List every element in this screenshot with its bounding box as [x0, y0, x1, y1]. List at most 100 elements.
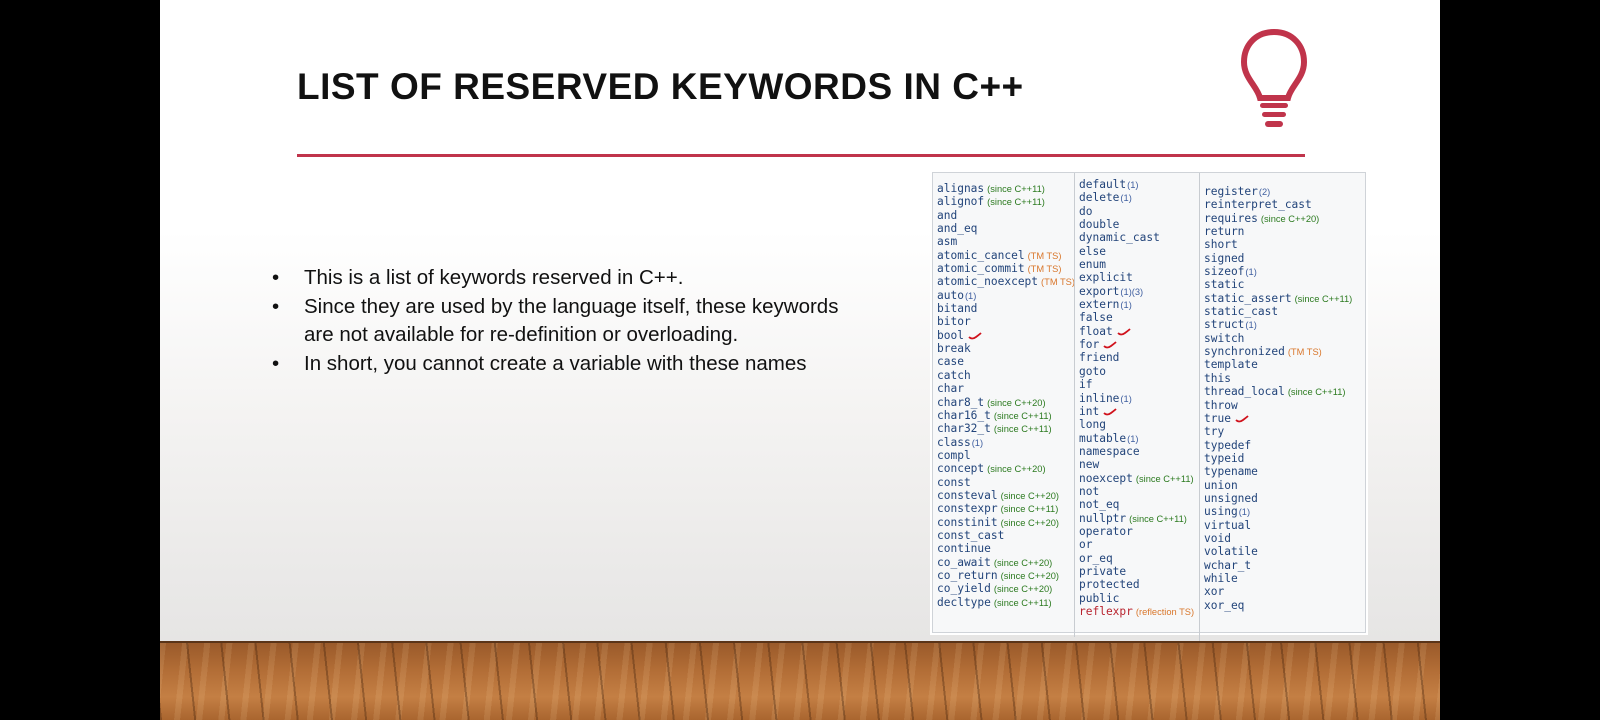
- keyword-name: break: [937, 342, 971, 356]
- keyword-name: while: [1204, 571, 1238, 585]
- keyword-name: friend: [1079, 351, 1120, 365]
- keyword-name: co_yield: [937, 582, 991, 596]
- keyword-row: sizeof(1): [1200, 265, 1366, 278]
- keyword-name: mutable: [1079, 431, 1127, 445]
- keyword-row: auto(1): [933, 289, 1074, 302]
- keyword-name: throw: [1204, 398, 1238, 412]
- keyword-name: if: [1079, 378, 1093, 392]
- keyword-name: concept: [937, 462, 985, 476]
- keyword-name: extern: [1079, 298, 1120, 312]
- keyword-row: nullptr (since C++11): [1075, 512, 1199, 525]
- keyword-name: default: [1079, 178, 1127, 191]
- keyword-name: nullptr: [1079, 511, 1127, 525]
- keyword-name: short: [1204, 238, 1238, 252]
- keyword-name: asm: [937, 235, 958, 249]
- keyword-note: (since C++11): [1287, 387, 1346, 398]
- keyword-note: (TM TS): [1027, 264, 1062, 275]
- keyword-note: (since C++11): [1129, 513, 1187, 524]
- keyword-row: bitor: [933, 315, 1074, 328]
- keyword-name: constexpr: [937, 502, 998, 516]
- keyword-row: atomic_noexcept (TM TS): [933, 275, 1075, 289]
- lightbulb-icon: [1240, 28, 1308, 127]
- keyword-name: char32_t: [937, 422, 991, 436]
- red-tick-mark-icon: [1117, 328, 1131, 336]
- keyword-row: compl: [933, 449, 1074, 462]
- keyword-row: alignas (since C++11): [933, 182, 1074, 195]
- keyword-row: goto: [1075, 365, 1199, 378]
- keyword-name: dynamic_cast: [1079, 231, 1160, 245]
- keyword-row: class(1): [933, 436, 1074, 449]
- keyword-name: static_cast: [1204, 305, 1279, 319]
- keyword-row: if: [1075, 378, 1199, 391]
- keyword-row: synchronized (TM TS): [1200, 345, 1366, 358]
- keyword-name: export: [1079, 284, 1120, 298]
- keyword-name: virtual: [1204, 518, 1252, 532]
- keyword-name: atomic_noexcept: [937, 275, 1039, 289]
- keyword-row: return: [1200, 225, 1366, 238]
- keyword-row: break: [933, 342, 1074, 355]
- keyword-name: case: [937, 355, 964, 369]
- keyword-name: bitor: [937, 315, 971, 329]
- keyword-note: (since C++20): [1000, 490, 1060, 501]
- keyword-name: decltype: [937, 595, 991, 609]
- keyword-row: switch: [1200, 332, 1366, 345]
- keyword-name: xor_eq: [1204, 598, 1245, 612]
- keyword-name: xor: [1204, 585, 1225, 599]
- keyword-row: do: [1075, 205, 1199, 218]
- keyword-row: or_eq: [1075, 552, 1199, 565]
- keyword-row: consteval (since C++20): [933, 489, 1074, 502]
- keyword-row: atomic_commit (TM TS): [933, 262, 1074, 275]
- keyword-name: new: [1079, 458, 1100, 472]
- keyword-name: co_await: [937, 555, 991, 569]
- keyword-name: char: [937, 382, 964, 396]
- keyword-name: true: [1204, 411, 1231, 425]
- keyword-name: requires: [1204, 211, 1258, 225]
- keyword-row: int: [1075, 405, 1199, 418]
- keyword-name: namespace: [1079, 444, 1140, 458]
- keyword-note: (since C++20): [993, 584, 1053, 595]
- keyword-row: xor_eq: [1200, 599, 1366, 612]
- bullet-item: In short, you cannot create a variable w…: [272, 350, 872, 379]
- keyword-name: and: [937, 208, 958, 222]
- keyword-name: union: [1204, 478, 1238, 492]
- keyword-row: namespace: [1075, 445, 1199, 458]
- title-underline: [297, 154, 1305, 157]
- presentation-slide: LIST OF RESERVED KEYWORDS IN C++ This is…: [160, 0, 1440, 720]
- keyword-note: (since C++20): [987, 464, 1046, 475]
- keyword-row: while: [1200, 572, 1366, 585]
- keyword-row: public: [1075, 592, 1199, 605]
- keyword-name: reflexpr: [1079, 605, 1133, 618]
- keyword-name: void: [1204, 531, 1231, 545]
- keyword-row: template: [1200, 358, 1366, 371]
- keyword-row: mutable(1): [1075, 432, 1199, 445]
- keyword-name: try: [1204, 425, 1225, 439]
- keyword-row: not_eq: [1075, 498, 1199, 511]
- keyword-note: (since C++11): [993, 597, 1052, 608]
- keyword-row: char: [933, 382, 1074, 395]
- keyword-row: constinit (since C++20): [933, 516, 1074, 529]
- keyword-note: (since C++20): [1260, 213, 1320, 224]
- keyword-note: (1): [1120, 300, 1132, 311]
- keyword-name: atomic_cancel: [937, 248, 1025, 262]
- slide-title: LIST OF RESERVED KEYWORDS IN C++: [297, 66, 1024, 107]
- keyword-note: (1): [1127, 433, 1139, 444]
- red-tick-mark-icon: [1103, 341, 1117, 349]
- keyword-row: thread_local (since C++11): [1200, 385, 1366, 398]
- keyword-row: try: [1200, 425, 1366, 438]
- keyword-row: this: [1200, 372, 1366, 385]
- keyword-row: reflexpr (reflection TS): [1075, 605, 1199, 618]
- keyword-row: false: [1075, 311, 1199, 324]
- keyword-row: operator: [1075, 525, 1199, 538]
- keyword-row: extern(1): [1075, 298, 1199, 311]
- keyword-name: private: [1079, 564, 1127, 578]
- keyword-row: alignof (since C++11): [933, 195, 1074, 208]
- bullet-list: This is a list of keywords reserved in C…: [272, 264, 872, 378]
- keyword-row: co_return (since C++20): [933, 569, 1074, 582]
- keyword-name: co_return: [937, 568, 998, 582]
- keywords-column-2: default(1) delete(1) do double dynamic_cast e…: [1074, 173, 1199, 637]
- keyword-row: or: [1075, 538, 1199, 551]
- red-tick-mark-icon: [968, 332, 982, 340]
- keyword-row: typename: [1200, 465, 1366, 478]
- keyword-row: const_cast: [933, 529, 1074, 542]
- keyword-row: concept (since C++20): [933, 462, 1074, 475]
